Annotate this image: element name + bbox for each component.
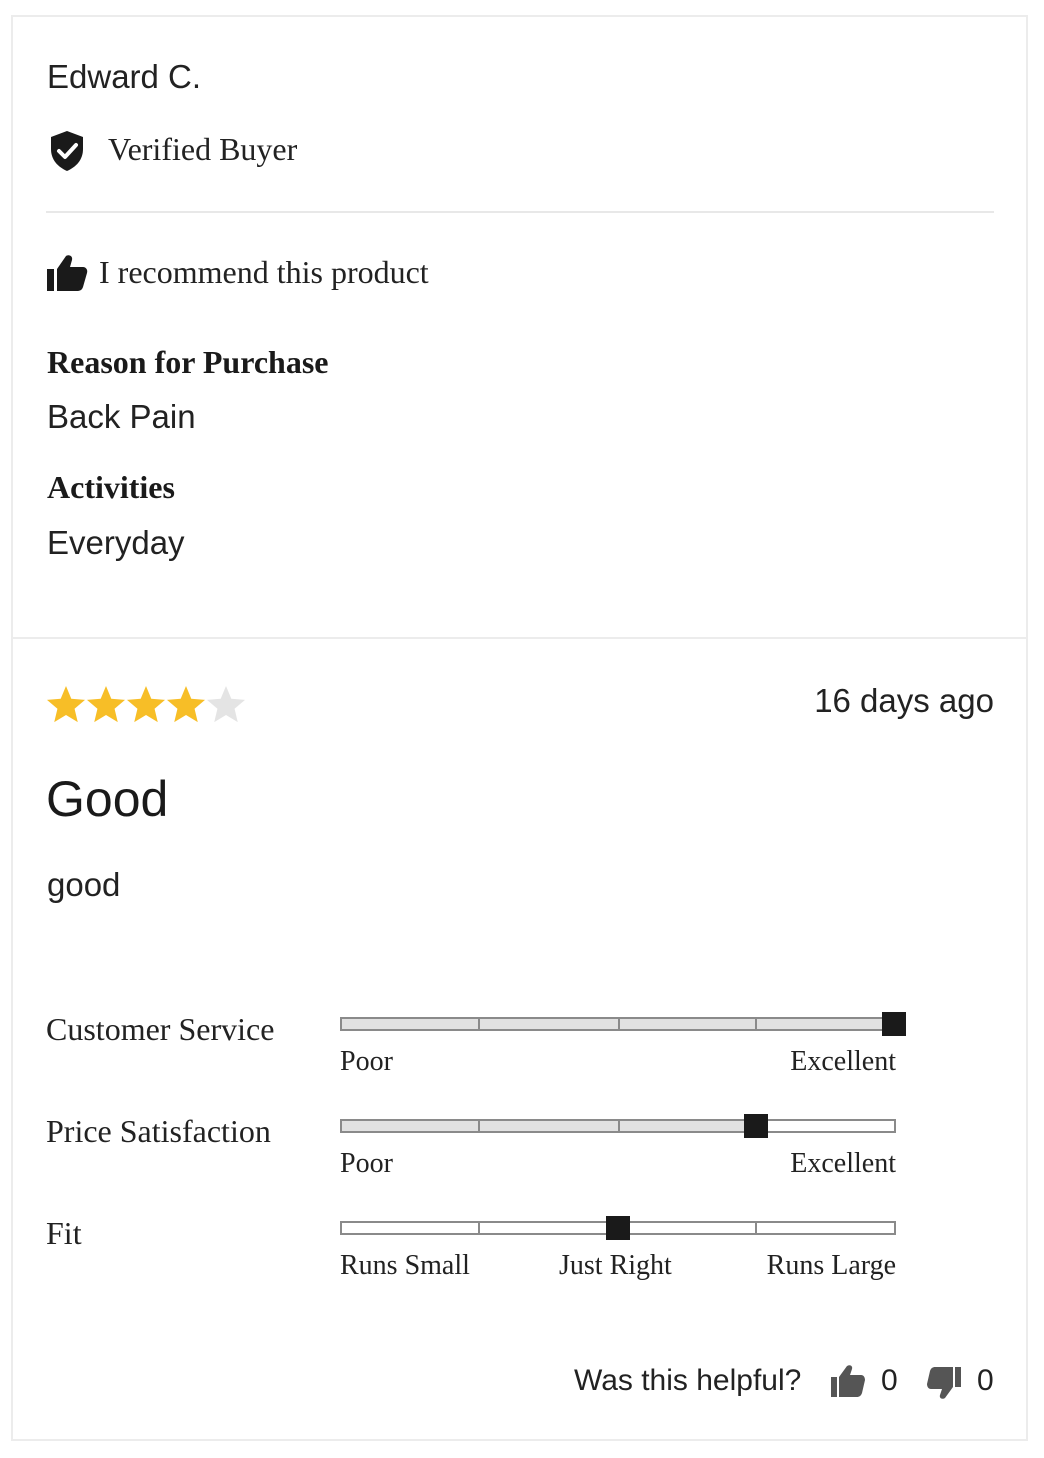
review-title: Good [46,771,169,827]
helpful-up-count: 0 [881,1364,898,1397]
verified-buyer-badge: Verified Buyer [108,131,298,167]
star-filled-icon [126,686,166,723]
slider-tick [618,1121,620,1131]
thumbs-up-icon [47,255,88,291]
star-filled-icon [166,686,206,723]
helpful-down-count: 0 [977,1364,994,1397]
reason-for-purchase-label: Reason for Purchase [47,344,329,380]
scale-min-label: Poor [340,1148,393,1179]
slider-tick [478,1019,480,1029]
section-divider [11,637,1028,639]
slider-handle [882,1012,906,1036]
star-filled-icon [46,686,86,723]
shield-check-icon [51,131,83,171]
star-rating [46,686,246,723]
slider-fill [342,1121,756,1131]
review-date: 16 days ago [814,682,994,719]
fit-slider [340,1216,896,1240]
helpful-thumbs-up-icon[interactable] [830,1364,866,1398]
helpful-prompt: Was this helpful? [574,1364,802,1397]
review-body: good [47,866,121,903]
slider-tick [478,1223,480,1233]
scale-max-label: Excellent [790,1148,896,1179]
reason-for-purchase-value: Back Pain [47,398,196,435]
customer-service-slider [340,1012,906,1036]
helpful-thumbs-down-icon[interactable] [926,1366,962,1400]
fit-scale-small-label: Runs Small [340,1250,470,1281]
price-satisfaction-slider [340,1114,896,1138]
star-filled-icon [86,686,126,723]
scale-max-label: Excellent [790,1046,896,1077]
activities-label: Activities [47,469,175,505]
activities-value: Everyday [47,524,185,561]
slider-tick [755,1019,757,1029]
customer-service-label: Customer Service [46,1011,275,1047]
slider-tick [618,1019,620,1029]
reviewer-name: Edward C. [47,58,202,95]
slider-handle [606,1216,630,1240]
recommend-text: I recommend this product [99,254,429,290]
divider [46,211,994,213]
fit-label: Fit [46,1215,82,1251]
slider-tick [478,1121,480,1131]
price-satisfaction-label: Price Satisfaction [46,1113,271,1149]
scale-min-label: Poor [340,1046,393,1077]
slider-handle [744,1114,768,1138]
star-empty-icon [206,686,246,723]
fit-scale-large-label: Runs Large [766,1250,896,1281]
slider-tick [755,1223,757,1233]
fit-scale-right-label: Just Right [559,1250,672,1281]
